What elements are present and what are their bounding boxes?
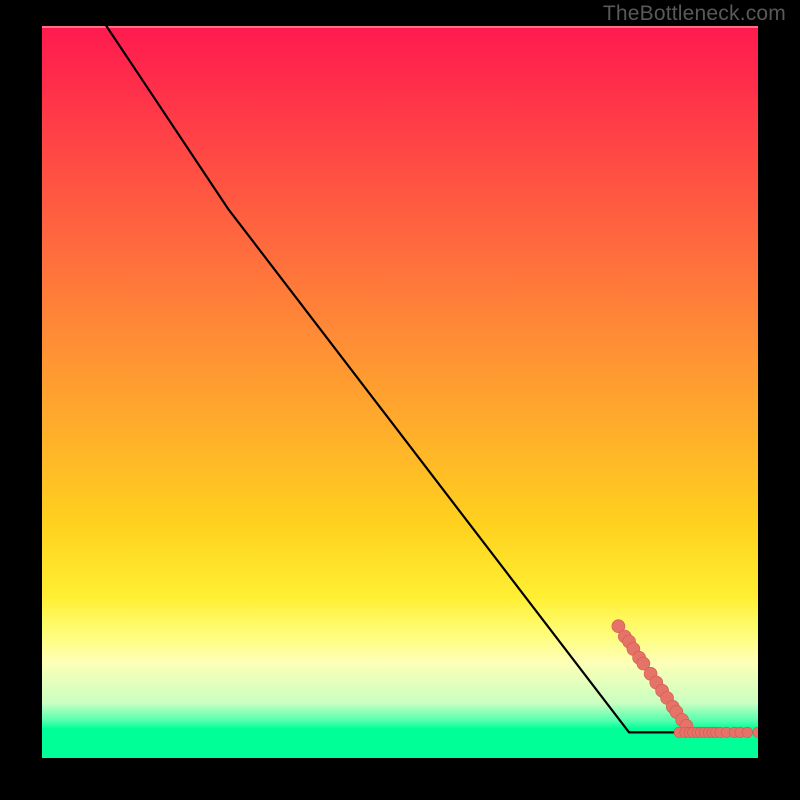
- curve-line: [106, 26, 758, 732]
- plot-area: [42, 26, 758, 758]
- data-markers: [612, 620, 758, 738]
- chart-svg: [42, 26, 758, 758]
- watermark-text: TheBottleneck.com: [603, 2, 786, 26]
- chart-frame: TheBottleneck.com: [0, 0, 800, 800]
